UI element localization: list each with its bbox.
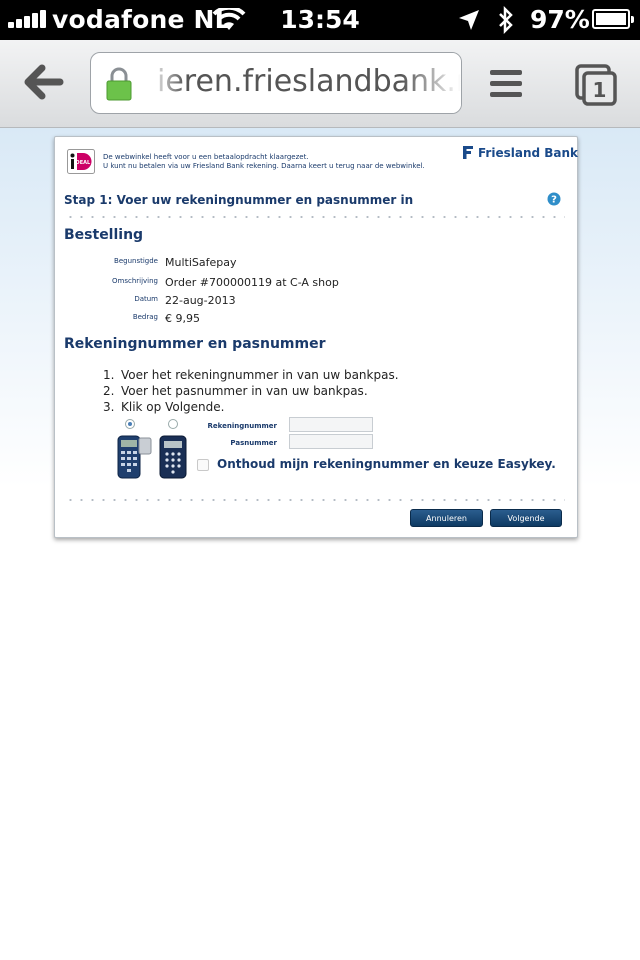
- remember-label[interactable]: Onthoud mijn rekeningnummer en keuze Eas…: [217, 457, 556, 471]
- battery-icon: [592, 9, 634, 29]
- browser-toolbar: ieren.frieslandbank.nl 1: [0, 40, 640, 128]
- tabs-icon[interactable]: 1: [575, 64, 617, 106]
- bank-logo-icon: [463, 146, 473, 159]
- order-label-amount: Bedrag: [132, 313, 158, 321]
- divider: [65, 216, 565, 218]
- account-section-title: Rekeningnummer en pasnummer: [64, 336, 326, 352]
- menu-icon[interactable]: [490, 70, 522, 98]
- order-label-beneficiary: Begunstigde: [114, 257, 158, 265]
- help-icon[interactable]: ?: [547, 192, 561, 206]
- order-value-description: Order #700000119 at C-A shop: [165, 276, 339, 289]
- payment-notice: De webwinkel heeft voor u een betaalopdr…: [103, 153, 425, 170]
- bank-logo: Friesland Bank: [463, 146, 578, 160]
- remember-checkbox[interactable]: [197, 459, 209, 471]
- order-value-date: 22-aug-2013: [165, 294, 236, 307]
- svg-text:iDEAL: iDEAL: [74, 160, 91, 166]
- location-arrow-icon: [459, 10, 479, 30]
- list-item: 2. Voer het pasnummer in van uw bankpas.: [103, 384, 368, 398]
- list-item: 3. Klik op Volgende.: [103, 400, 225, 414]
- list-item: 1. Voer het rekeningnummer in van uw bank…: [103, 368, 399, 382]
- account-number-label: Rekeningnummer: [207, 422, 277, 430]
- bluetooth-icon: [499, 6, 513, 34]
- battery-percentage: 97%: [530, 5, 590, 34]
- card-reader-1-icon[interactable]: [116, 434, 154, 480]
- step-title: Stap 1: Voer uw rekeningnummer en pasnum…: [64, 193, 414, 207]
- instruction-list: 1. Voer het rekeningnummer in van uw bank…: [103, 367, 399, 415]
- svg-text:?: ?: [551, 195, 557, 206]
- reader-option-1-radio[interactable]: [125, 419, 135, 429]
- back-arrow-icon[interactable]: [22, 62, 64, 102]
- svg-text:1: 1: [593, 78, 607, 102]
- order-value-beneficiary: MultiSafepay: [165, 256, 237, 269]
- order-section-title: Bestelling: [64, 227, 144, 243]
- ideal-payment-panel: iDEAL De webwinkel heeft voor u een beta…: [54, 136, 578, 538]
- order-label-date: Datum: [134, 295, 158, 303]
- card-number-input[interactable]: [289, 434, 373, 449]
- lock-icon: [106, 67, 132, 101]
- address-bar[interactable]: ieren.frieslandbank.nl: [90, 52, 462, 114]
- order-label-description: Omschrijving: [112, 277, 158, 285]
- ideal-logo-icon: iDEAL: [67, 149, 95, 174]
- reader-option-2-radio[interactable]: [168, 419, 178, 429]
- next-button[interactable]: Volgende: [490, 509, 562, 527]
- status-bar: vodafone NL 13:54 97%: [0, 0, 640, 40]
- account-number-input[interactable]: [289, 417, 373, 432]
- cancel-button[interactable]: Annuleren: [410, 509, 483, 527]
- card-number-label: Pasnummer: [230, 439, 277, 447]
- order-value-amount: € 9,95: [165, 312, 200, 325]
- divider: [65, 499, 565, 501]
